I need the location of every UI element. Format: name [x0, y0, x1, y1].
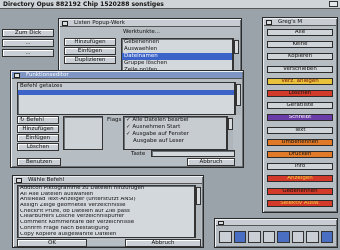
check-icon: ✓: [126, 117, 131, 123]
gregs-button-anzeigen[interactable]: Anzeigen: [267, 175, 333, 183]
gregs-title: Greg's M: [278, 19, 303, 25]
tool-5-icon[interactable]: [277, 231, 290, 243]
popup-heading: Werktunkte...: [123, 29, 161, 35]
gregs-button-ger-tliste[interactable]: Gerätliste: [267, 102, 333, 110]
funktion-command-list[interactable]: Befehl getaizes: [17, 82, 235, 115]
screen-titlebar: Directory Opus 882192 Chip 1520288 sonst…: [0, 0, 340, 9]
zum-dick-button[interactable]: Zum Dick: [2, 29, 54, 37]
befehl-title: Wähle Befehl: [28, 177, 65, 183]
close-icon[interactable]: [266, 20, 272, 25]
scroll-knob[interactable]: [234, 40, 239, 54]
ok-button[interactable]: OK: [17, 239, 87, 247]
list-item[interactable]: Gruppe löschen: [122, 60, 232, 67]
einfuegen-button[interactable]: Einfügen: [64, 47, 116, 55]
befehl-titlebar[interactable]: Wähle Befehl: [14, 177, 202, 184]
gregs-button-gebenennen[interactable]: Gebenennen: [267, 187, 333, 195]
flags-label: Flags: [107, 117, 122, 123]
flag-label: Alle Dateien bearbei: [132, 117, 189, 123]
gregs-button-l-schen[interactable]: Löschen: [267, 90, 333, 97]
duplizieren-button[interactable]: Duplizieren: [64, 56, 116, 64]
gregs-button-alle[interactable]: Alle: [267, 29, 333, 36]
gregs-button-verz-anlegen[interactable]: Verz. anlegen: [267, 77, 333, 85]
flag-option[interactable]: ✓ Ausnehmen Start: [124, 124, 226, 131]
flag-label: Ausnehmen Start: [132, 124, 181, 130]
befehl-button-label: Befehl: [26, 117, 44, 123]
scroll-knob[interactable]: [236, 84, 241, 106]
hinzufuegen-button[interactable]: Hinzufügen: [64, 38, 116, 46]
left-button-1[interactable]: ...: [2, 39, 54, 47]
gregs-button-schreibt[interactable]: Schreibt: [267, 114, 333, 122]
command-text-field[interactable]: [63, 116, 103, 150]
hinzufuegen-command-button[interactable]: Hinzufügen: [17, 125, 59, 133]
close-icon[interactable]: [14, 73, 20, 78]
popup-list-title: Listen Popup-Werk: [74, 20, 125, 26]
taste-field[interactable]: [151, 150, 235, 157]
gregs-button-selektiv-ausw[interactable]: Selektiv Ausw.: [267, 199, 333, 207]
funktionseditor-title: Funktionseditor: [26, 72, 69, 78]
loeschen-command-button[interactable]: Löschen: [17, 143, 59, 151]
popup-list-window: Listen Popup-Werk Werktunkte... Hinzufüg…: [58, 18, 242, 78]
list-item[interactable]: Gebenennen: [122, 39, 232, 46]
funktionseditor-window: Funktionseditor Befehl getaizes ↻ Befehl…: [10, 70, 244, 168]
close-icon[interactable]: [62, 21, 68, 26]
funktion-scrollbar[interactable]: [235, 82, 241, 115]
scroll-knob[interactable]: [196, 187, 201, 205]
command-list-header: Befehl getaizes: [18, 83, 234, 90]
abbruch-button[interactable]: Abbruch: [187, 158, 235, 166]
check-icon: ✓: [126, 124, 131, 130]
popup-list-titlebar[interactable]: Listen Popup-Werk: [60, 20, 240, 27]
gregs-button-umbenennen[interactable]: Umbenennen: [267, 138, 333, 146]
flag-label: Ausgabe auf Leser: [133, 138, 185, 144]
flag-label: Ausgabe auf Fenster: [132, 131, 189, 137]
gregs-button-bank-window: Greg's M Alle Keine Kopieren Verschieben Ver…: [262, 17, 338, 213]
tool-8-icon[interactable]: [320, 231, 333, 243]
flag-option[interactable]: ✓ Ausgabe auf Fenster: [124, 131, 226, 138]
benutzen-button[interactable]: Benutzen: [17, 158, 61, 166]
toolbar-titlebar[interactable]: [216, 220, 336, 226]
tool-7-icon[interactable]: [306, 231, 319, 243]
taste-label: Taste: [131, 151, 146, 157]
flags-list[interactable]: ✓ Alle Dateien bearbei ✓ Ausnehmen Start…: [123, 116, 227, 150]
gregs-button-text[interactable]: Text: [267, 126, 333, 134]
funktionseditor-titlebar[interactable]: Funktionseditor: [12, 72, 242, 79]
toolbar-icon-row: [219, 231, 333, 243]
gregs-button-drucken[interactable]: Drucken: [267, 151, 333, 158]
flags-scrollbar[interactable]: [227, 116, 233, 150]
close-icon[interactable]: [218, 221, 224, 225]
gregs-button-list: Alle Keine Kopieren Verschieben Verz. anlege…: [263, 29, 337, 210]
left-button-2[interactable]: ...: [2, 49, 54, 57]
befehl-list[interactable]: AddIcon Piktogramme zu Dateien hinzufüge…: [17, 185, 195, 238]
gregs-button-verschieben[interactable]: Verschieben: [267, 65, 333, 73]
list-item[interactable]: Dateinamen: [122, 53, 232, 60]
befehl-scrollbar[interactable]: [195, 185, 201, 238]
einfuegen-command-button[interactable]: Einfügen: [17, 134, 59, 142]
flag-option[interactable]: Ausgabe auf Leser: [124, 138, 226, 145]
befehl-cycle-button[interactable]: ↻ Befehl: [17, 116, 59, 124]
check-icon: ✓: [126, 131, 131, 137]
gregs-button-kopieren[interactable]: Kopieren: [267, 53, 333, 61]
list-item[interactable]: Copy Kopiere ausgewählte Dateien: [18, 232, 194, 238]
list-item[interactable]: Auswaehlen: [122, 46, 232, 53]
abbruch-button[interactable]: Abbruch: [125, 239, 201, 247]
close-icon[interactable]: [16, 178, 22, 183]
flag-option[interactable]: ✓ Alle Dateien bearbei: [124, 117, 226, 124]
cycle-icon: ↻: [20, 117, 25, 123]
selected-command-row[interactable]: [18, 90, 234, 95]
gregs-button-keine[interactable]: Keine: [267, 41, 333, 49]
tool-2-icon[interactable]: [233, 231, 246, 243]
tool-6-icon[interactable]: [291, 231, 304, 243]
icon-toolbar: [214, 218, 338, 248]
tool-3-icon[interactable]: [248, 231, 261, 243]
screen-title: Directory Opus 882192 Chip 1520288 sonst…: [3, 1, 164, 8]
tool-1-icon[interactable]: [219, 231, 232, 243]
depth-gadget-icon[interactable]: [329, 1, 338, 7]
gregs-button-info[interactable]: Info: [267, 163, 333, 171]
gregs-titlebar[interactable]: Greg's M: [264, 19, 336, 26]
waehle-befehl-window: Wähle Befehl AddIcon Piktogramme zu Date…: [12, 175, 204, 248]
scroll-knob[interactable]: [228, 118, 233, 130]
tool-4-icon[interactable]: [262, 231, 275, 243]
